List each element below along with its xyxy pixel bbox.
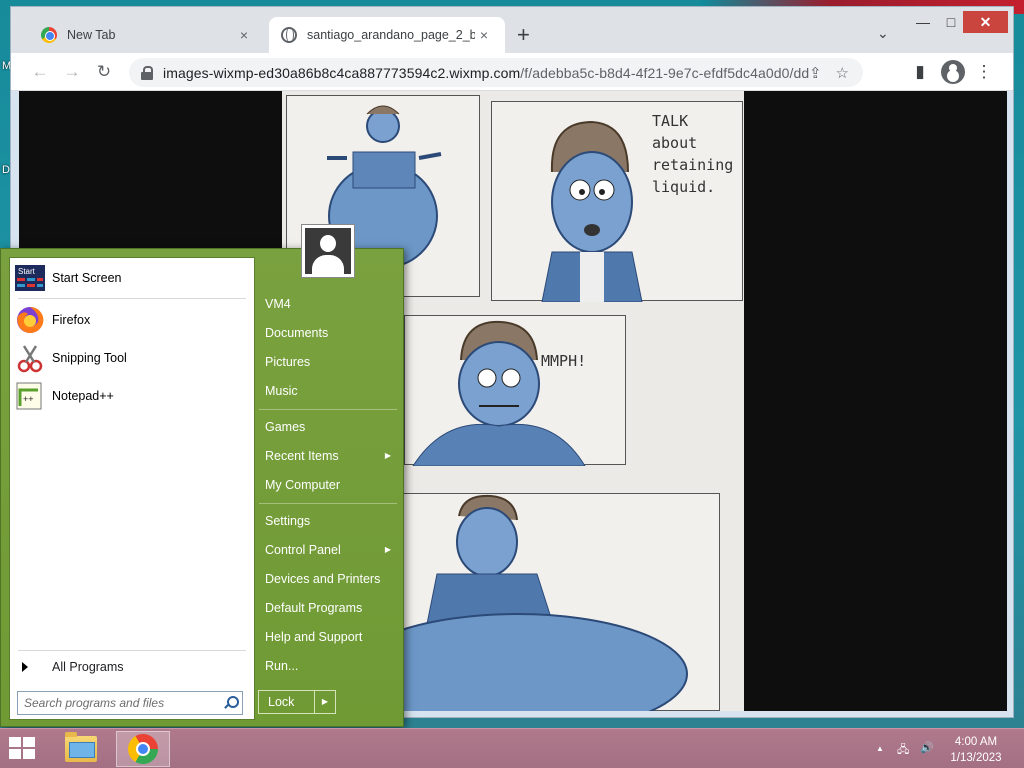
start-link-my-computer[interactable]: My Computer (265, 475, 393, 495)
globe-icon (281, 27, 297, 43)
start-screen-icon: Start (14, 262, 46, 294)
divider (259, 503, 397, 504)
new-tab-button[interactable]: + (517, 23, 530, 47)
tab-new-tab[interactable]: New Tab × (29, 17, 265, 53)
all-programs-label: All Programs (52, 660, 124, 674)
tab-title: santiago_arandano_page_2_by_t (307, 28, 475, 42)
comic-panel-4 (346, 493, 720, 711)
folder-icon (65, 732, 97, 762)
start-item-label: Firefox (52, 313, 91, 327)
reload-button[interactable]: ↻ (93, 61, 115, 83)
start-item-start-screen[interactable]: Start Start Screen (14, 260, 248, 296)
svg-text:++: ++ (23, 394, 34, 404)
tab-strip: New Tab × santiago_arandano_page_2_by_t … (11, 7, 1013, 53)
browser-menu-icon[interactable]: ⋮ (973, 61, 995, 83)
address-bar[interactable]: images-wixmp-ed30a86b8c4ca887773594c2.wi… (129, 58, 863, 87)
browser-toolbar: ← → ↻ images-wixmp-ed30a86b8c4ca88777359… (11, 53, 1013, 91)
divider (18, 650, 246, 651)
chevron-right-icon: ▶ (384, 545, 391, 554)
tab-comic-page[interactable]: santiago_arandano_page_2_by_t × (269, 17, 505, 53)
comic-speech-text: TALK about retaining liquid. (652, 112, 734, 196)
divider (18, 298, 246, 299)
firefox-icon (14, 304, 46, 336)
comic-panel-2: TALK about retaining liquid. (491, 101, 743, 303)
start-item-notepad-plus-plus[interactable]: ++ Notepad++ (14, 378, 248, 414)
start-item-label: Notepad++ (52, 389, 114, 403)
lock-icon[interactable] (141, 65, 153, 80)
network-icon[interactable]: 🖧 (897, 741, 909, 760)
search-placeholder[interactable]: Search programs and files (24, 696, 223, 710)
url-text[interactable]: images-wixmp-ed30a86b8c4ca887773594c2.wi… (163, 65, 809, 81)
comic-face-illustration (412, 320, 586, 467)
start-link-settings[interactable]: Settings (265, 511, 393, 531)
search-icon[interactable] (223, 696, 239, 710)
bookmark-star-icon[interactable]: ☆ (836, 64, 849, 82)
start-link-recent-items[interactable]: Recent Items ▶ (265, 446, 393, 466)
start-item-label: Snipping Tool (52, 351, 127, 365)
clock-time: 4:00 AM (954, 736, 998, 748)
search-input[interactable]: Search programs and files (17, 691, 243, 715)
chrome-icon (41, 27, 57, 43)
start-item-snipping-tool[interactable]: Snipping Tool (14, 340, 248, 376)
close-tab-icon[interactable]: × (475, 27, 493, 43)
start-link-music[interactable]: Music (265, 381, 393, 401)
user-account-picture[interactable] (301, 224, 355, 278)
desktop-edge-label: D (2, 164, 10, 176)
user-silhouette-icon (305, 228, 351, 274)
divider (259, 409, 397, 410)
volume-icon[interactable]: 🔊 (920, 741, 934, 754)
maximize-button[interactable]: □ (939, 7, 963, 37)
lock-button[interactable]: Lock ▶ (258, 690, 336, 714)
snipping-tool-icon (14, 342, 46, 374)
show-hidden-icons-button[interactable]: ▲ (876, 744, 884, 753)
chrome-icon (128, 734, 158, 764)
start-button-windows-icon[interactable] (9, 737, 37, 761)
close-tab-icon[interactable]: × (235, 27, 253, 43)
tab-title: New Tab (67, 28, 116, 42)
share-icon[interactable]: ⇪ (809, 64, 822, 82)
clock[interactable]: 4:00 AM 1/13/2023 (936, 734, 1016, 766)
start-item-label: Start Screen (52, 271, 122, 285)
forward-button[interactable]: → (61, 61, 83, 83)
close-window-button[interactable]: ✕ (963, 11, 1008, 33)
clock-date: 1/13/2023 (950, 752, 1002, 764)
minimize-button[interactable]: — (907, 7, 939, 37)
start-link-run[interactable]: Run... (265, 656, 393, 676)
all-programs-button[interactable]: All Programs (16, 656, 124, 678)
start-link-documents[interactable]: Documents (265, 323, 393, 343)
start-link-help-and-support[interactable]: Help and Support (265, 627, 393, 647)
start-menu-programs-pane: Start Start Screen Firefox Snipping Tool… (9, 257, 255, 720)
taskbar-chrome[interactable] (116, 731, 170, 767)
start-link-games[interactable]: Games (265, 417, 393, 437)
profile-avatar-icon[interactable] (941, 60, 965, 84)
tab-search-button[interactable]: ⌄ (877, 25, 889, 42)
start-link-control-panel[interactable]: Control Panel ▶ (265, 540, 393, 560)
comic-speech-text: MMPH! (541, 352, 587, 370)
start-item-firefox[interactable]: Firefox (14, 302, 248, 338)
side-panel-icon[interactable]: ▮ (909, 61, 931, 83)
lock-options-arrow-icon[interactable]: ▶ (315, 691, 335, 713)
start-link-pictures[interactable]: Pictures (265, 352, 393, 372)
comic-panel-3: MMPH! (404, 315, 626, 467)
back-button[interactable]: ← (29, 61, 51, 83)
comic-figure-illustration (346, 494, 688, 711)
taskbar-file-explorer[interactable] (54, 731, 108, 767)
notepad-plus-plus-icon: ++ (14, 380, 46, 412)
start-link-vm4[interactable]: VM4 (265, 294, 393, 314)
lock-label[interactable]: Lock (259, 691, 315, 713)
svg-text:Start: Start (18, 267, 36, 276)
chevron-right-icon: ▶ (384, 451, 391, 460)
triangle-right-icon (22, 662, 28, 672)
taskbar: ▲ 🖧 🔊 4:00 AM 1/13/2023 (0, 728, 1024, 768)
start-link-default-programs[interactable]: Default Programs (265, 598, 393, 618)
start-link-devices-and-printers[interactable]: Devices and Printers (265, 569, 393, 589)
